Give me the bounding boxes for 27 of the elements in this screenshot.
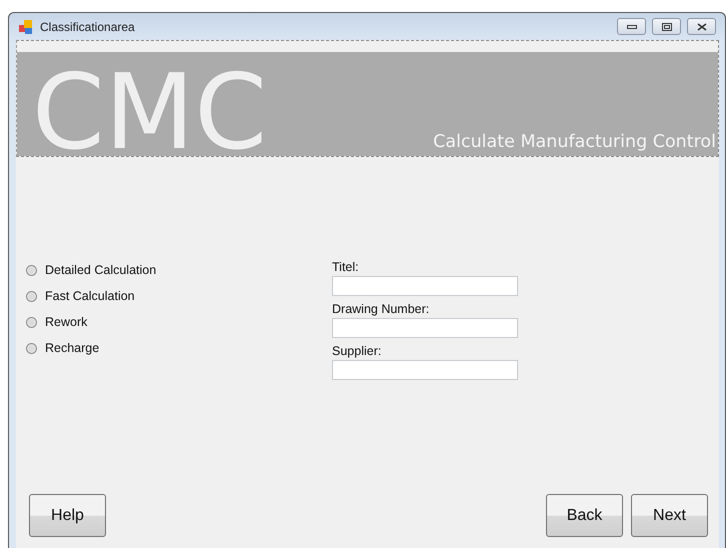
back-button[interactable]: Back	[546, 494, 623, 537]
field-label: Drawing Number:	[332, 301, 430, 318]
radio-option[interactable]: Detailed Calculation	[26, 261, 332, 279]
radio-option[interactable]: Recharge	[26, 339, 332, 357]
next-button[interactable]: Next	[631, 494, 708, 537]
radio-option[interactable]: Rework	[26, 313, 332, 331]
help-button[interactable]: Help	[29, 494, 106, 537]
minimize-icon	[626, 24, 636, 28]
close-icon	[696, 22, 706, 30]
banner-subtitle: Calculate Manufacturing Control	[433, 132, 717, 154]
input-field[interactable]	[332, 276, 518, 296]
radio-icon[interactable]	[26, 264, 37, 276]
app-icon	[18, 18, 34, 34]
input-field[interactable]	[332, 360, 518, 380]
radio-icon[interactable]	[26, 290, 37, 302]
input-field[interactable]	[332, 318, 518, 338]
maximize-button[interactable]	[652, 18, 681, 35]
radio-icon[interactable]	[26, 316, 37, 328]
minimize-button[interactable]	[617, 18, 646, 35]
window-title: Classificationarea	[40, 20, 136, 34]
radio-icon[interactable]	[26, 342, 37, 354]
restore-icon	[662, 22, 672, 30]
radio-option[interactable]: Fast Calculation	[26, 287, 332, 305]
field-label: Supplier:	[332, 343, 382, 360]
close-button[interactable]	[687, 18, 716, 35]
field-label: Titel:	[332, 259, 360, 276]
logo-text: CMC	[32, 60, 267, 156]
